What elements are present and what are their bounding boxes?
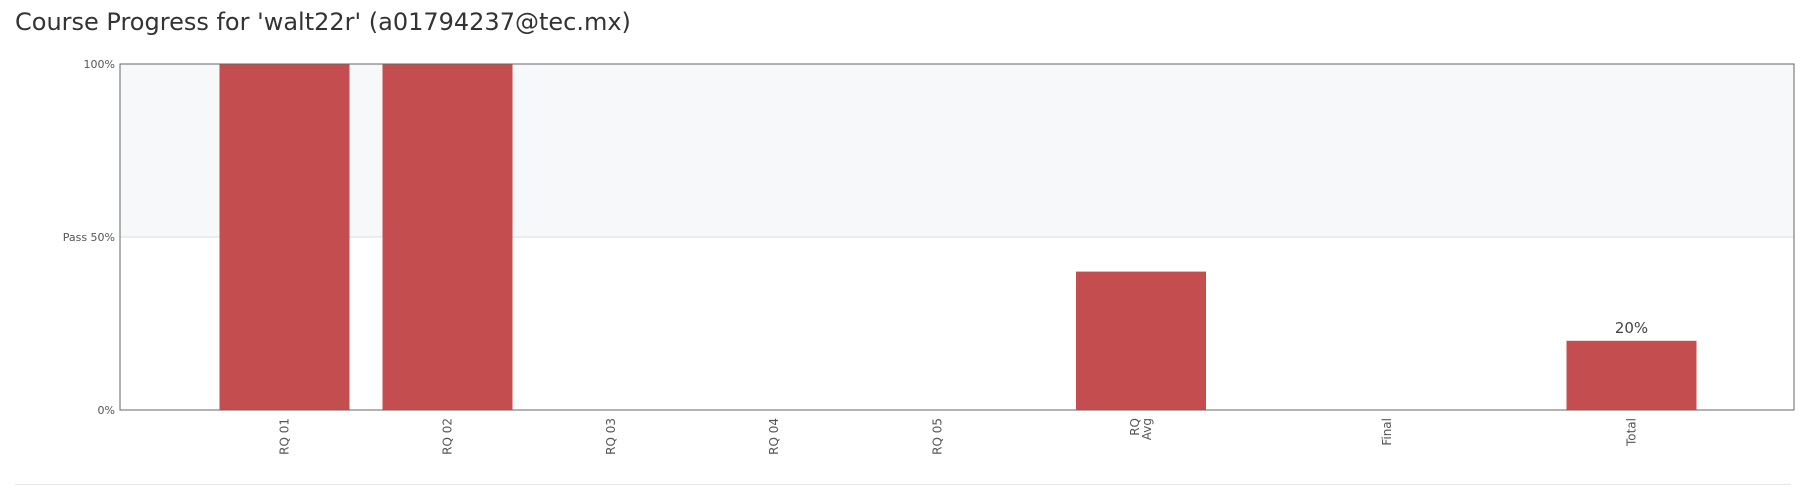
bar-total bbox=[1566, 340, 1697, 410]
x-tick-label: RQAvg bbox=[1128, 418, 1154, 440]
x-tick-label-line: Avg bbox=[1140, 418, 1154, 440]
x-tick-label: Final bbox=[1380, 418, 1394, 446]
x-tick-label: Total bbox=[1625, 418, 1639, 447]
y-tick-label: 100% bbox=[84, 58, 115, 71]
data-label: 20% bbox=[1615, 319, 1648, 337]
x-tick-label: RQ 01 bbox=[278, 418, 292, 455]
bar-rq-avg bbox=[1076, 271, 1206, 410]
x-tick-label: RQ 03 bbox=[604, 418, 618, 455]
chart-svg: 0% Pass 50% 100% RQ 01 RQ 02 RQ 03 RQ 04 RQ 05 R… bbox=[63, 58, 1795, 455]
y-tick-label: 0% bbox=[98, 404, 115, 417]
x-tick-label: RQ 02 bbox=[441, 418, 455, 455]
pass-band bbox=[120, 64, 1794, 237]
x-tick-label: RQ 05 bbox=[931, 418, 945, 455]
x-tick-label: RQ 04 bbox=[767, 418, 781, 455]
y-tick-label: Pass 50% bbox=[63, 231, 115, 244]
bar-rq-02 bbox=[382, 64, 513, 410]
bottom-divider bbox=[15, 484, 1791, 485]
course-progress-chart: 0% Pass 50% 100% RQ 01 RQ 02 RQ 03 RQ 04 RQ 05 R… bbox=[0, 0, 1806, 496]
bar-rq-01 bbox=[219, 64, 350, 410]
